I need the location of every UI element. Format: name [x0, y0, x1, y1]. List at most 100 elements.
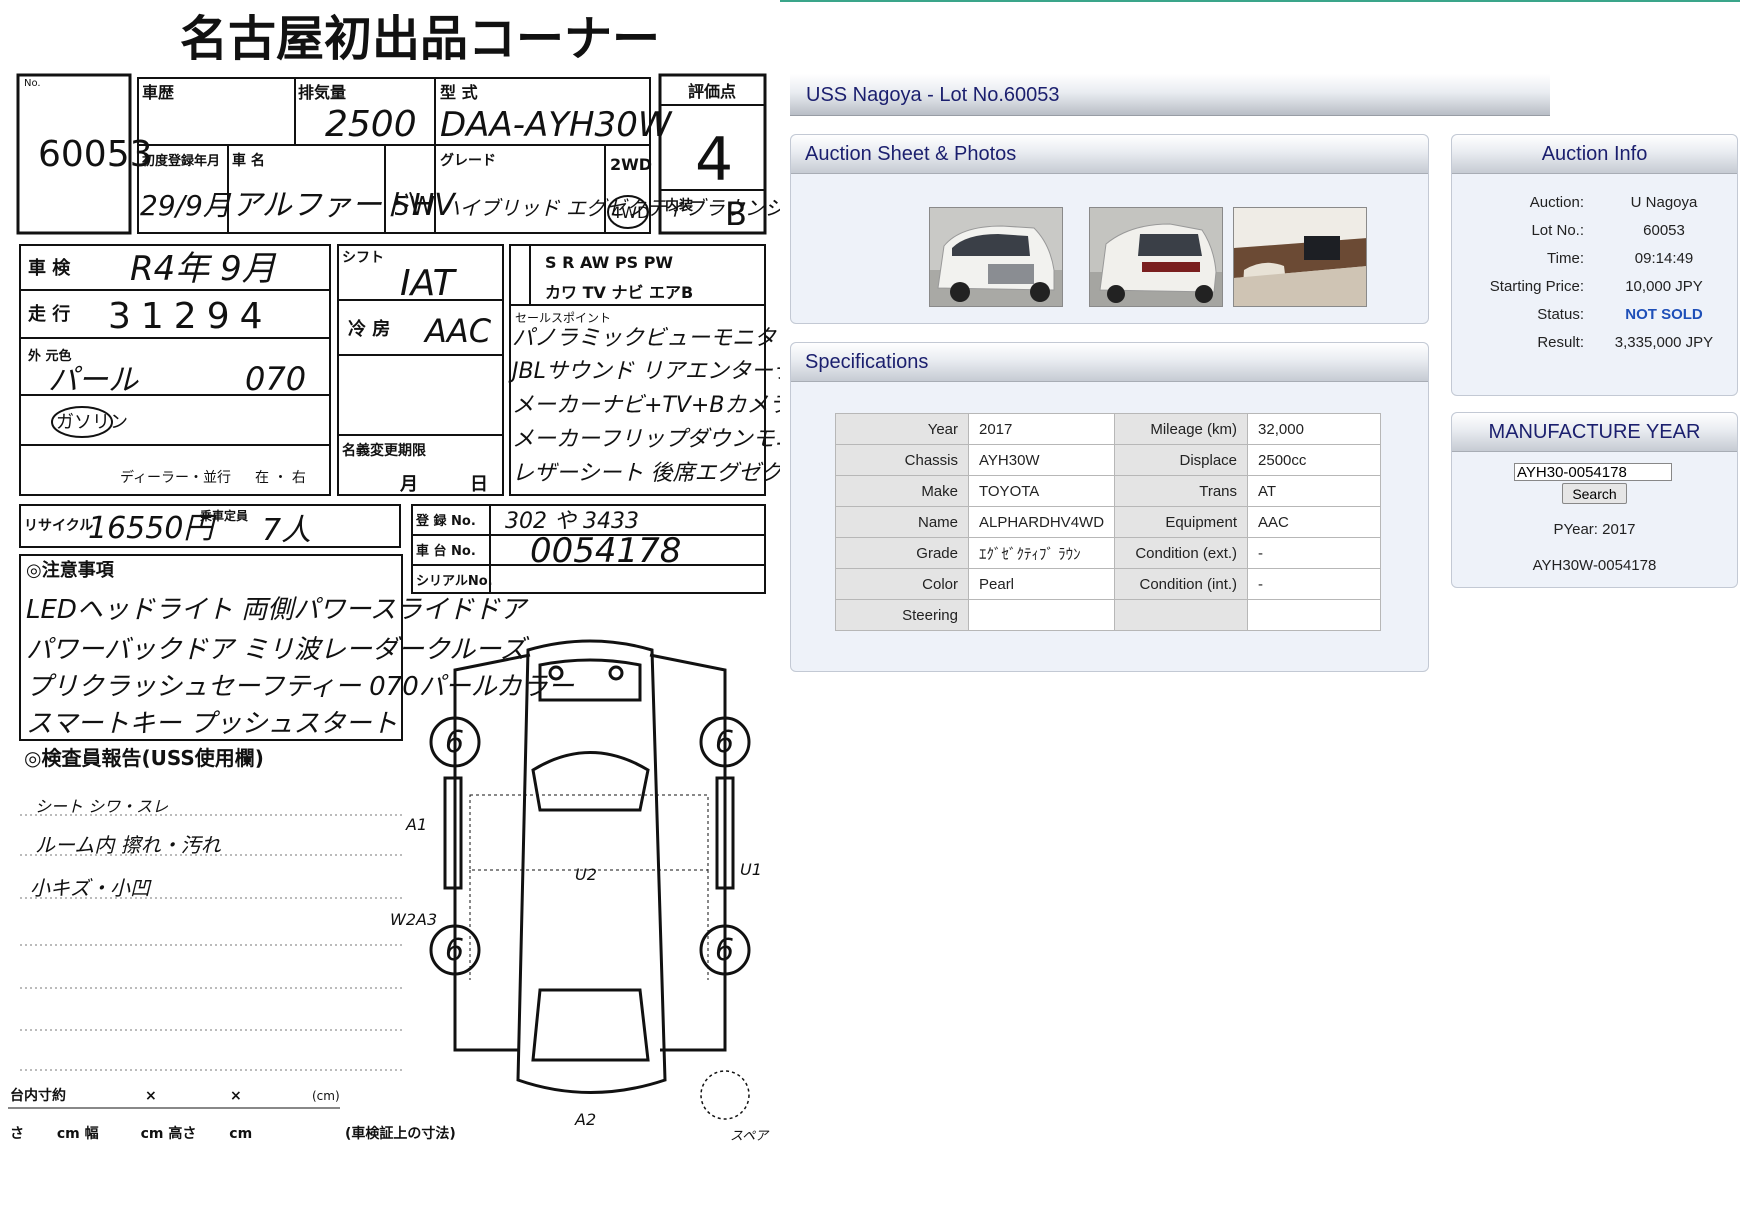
spec-label: Chassis [835, 444, 969, 476]
photos-panel-title: Auction Sheet & Photos [791, 135, 1428, 174]
spec-value: Pearl [967, 568, 1116, 600]
specs-row: Chassis AYH30W Displace 2500cc [835, 444, 1382, 476]
photos-panel: Auction Sheet & Photos [790, 134, 1429, 324]
spec-label [1114, 599, 1249, 631]
spec-value: ALPHARDHV4WD [967, 506, 1116, 538]
spec-label: Mileage (km) [1114, 413, 1249, 445]
svg-text:LEDヘッドライト 両側パワースライドドア: LEDヘッドライト 両側パワースライドドア [26, 595, 529, 625]
auction-info-row: Time: 09:14:49 [1452, 243, 1737, 274]
svg-text:A2: A2 [574, 1110, 596, 1129]
sheet-lot-no: 60053 [38, 134, 153, 175]
svg-text:評価点: 評価点 [688, 82, 736, 101]
vin-result: AYH30W-0054178 [1532, 557, 1657, 574]
spec-label: Condition (int.) [1114, 568, 1249, 600]
specs-row: Color Pearl Condition (int.) - [835, 568, 1382, 600]
svg-text:冷 房: 冷 房 [348, 318, 390, 340]
specs-row: Steering [835, 599, 1382, 631]
svg-text:×: × [145, 1088, 157, 1104]
specs-row: Year 2017 Mileage (km) 32,000 [835, 413, 1382, 445]
sheet-seats: 7人 [262, 513, 311, 548]
specifications-panel-title: Specifications [791, 343, 1428, 382]
sheet-bottom-left: 台内寸約 [10, 1087, 66, 1104]
spec-label: Year [835, 413, 969, 445]
svg-text:U1: U1 [740, 860, 762, 879]
auction-info-value: NOT SOLD [1625, 306, 1703, 323]
spec-label: Grade [835, 537, 969, 569]
auction-info-value: 10,000 JPY [1625, 278, 1703, 295]
sheet-model-code: DAA-AYH30W [440, 105, 673, 145]
svg-text:2WD: 2WD [610, 155, 652, 174]
svg-text:車歴: 車歴 [142, 83, 174, 102]
search-button[interactable]: Search [1562, 483, 1627, 504]
svg-text:月: 月 [399, 474, 418, 495]
sheet-ac: AAC [423, 312, 492, 350]
sheet-recycle: 16550円 [88, 511, 217, 546]
sheet-bottom-note: (車検証上の寸法) [345, 1125, 456, 1142]
auction-info-panel-title: Auction Info [1452, 135, 1737, 174]
photo-thumb-front[interactable] [929, 207, 1063, 307]
svg-text:スペア: スペア [730, 1129, 770, 1144]
spec-label: Steering [835, 599, 969, 631]
svg-text:U2: U2 [575, 865, 597, 884]
auction-info-label: Result: [1537, 334, 1584, 351]
svg-text:A1: A1 [405, 815, 427, 834]
svg-text:S R AW PS PW: S R AW PS PW [545, 253, 673, 272]
spec-value: - [1247, 537, 1382, 569]
production-year: PYear: 2017 [1553, 521, 1636, 538]
auction-info-row: Status: NOT SOLD [1452, 299, 1737, 330]
svg-text:初度登録年月: 初度登録年月 [142, 153, 220, 169]
svg-text:メーカーフリップダウンモニター: メーカーフリップダウンモニター [512, 427, 780, 452]
svg-text:車 台 No.: 車 台 No. [416, 543, 476, 559]
sheet-mileage: 31294 [108, 296, 273, 337]
sheet-chassis: 0054178 [530, 531, 681, 571]
auction-info-value: 60053 [1643, 222, 1685, 239]
sheet-displacement: 2500 [325, 104, 417, 145]
svg-text:×: × [230, 1088, 242, 1104]
manufacture-year-panel-title: MANUFACTURE YEAR [1452, 413, 1737, 452]
spec-value: 2500cc [1247, 444, 1382, 476]
svg-text:ルーム内 擦れ・汚れ: ルーム内 擦れ・汚れ [35, 833, 222, 857]
svg-text:型 式: 型 式 [440, 83, 478, 102]
svg-text:カワ TV ナビ エアB: カワ TV ナビ エアB [545, 283, 693, 302]
svg-text:No.: No. [24, 78, 41, 89]
sheet-first-reg: 29/9月 [140, 189, 232, 222]
sheet-color-code: 070 [245, 360, 306, 398]
svg-text:シフト: シフト [342, 250, 384, 266]
specs-row: Name ALPHARDHV4WD Equipment AAC [835, 506, 1382, 538]
auction-info-row: Auction: U Nagoya [1452, 187, 1737, 218]
spec-value: ｴｸﾞｾﾞｸﾃｨﾌﾞ ﾗｳﾝ [967, 537, 1116, 569]
svg-text:セールスポイント: セールスポイント [515, 311, 611, 325]
sheet-inspector-notes: シート シワ・スレ ルーム内 擦れ・汚れ 小キズ・小凹 [30, 797, 222, 900]
auction-info-label: Starting Price: [1489, 278, 1584, 295]
spec-value [1247, 599, 1382, 631]
auction-info-row: Starting Price: 10,000 JPY [1452, 271, 1737, 302]
sheet-fuel: ガソリン [56, 412, 128, 433]
svg-text:シリアルNo.: シリアルNo. [416, 574, 493, 589]
svg-text:リサイクル: リサイクル [24, 518, 93, 534]
auction-info-panel: Auction Info Auction: U Nagoya Lot No.: 600… [1451, 134, 1738, 396]
svg-text:ディーラー・並行: ディーラー・並行 [120, 469, 231, 486]
svg-text:6: 6 [445, 933, 464, 968]
svg-text:プリクラッシュセーフティー 070パールカラー: プリクラッシュセーフティー 070パールカラー [26, 672, 575, 702]
spec-label: Make [835, 475, 969, 507]
svg-text:日: 日 [470, 474, 488, 495]
auction-info-label: Auction: [1529, 194, 1584, 211]
top-accent-line [780, 0, 1740, 2]
spec-value: - [1247, 568, 1382, 600]
spec-label: Displace [1114, 444, 1249, 476]
specs-row: Make TOYOTA Trans AT [835, 475, 1382, 507]
sheet-inspector-title: ◎検査員報告(USS使用欄) [24, 746, 264, 770]
svg-text:JBLサウンド リアエンターテイメント: JBLサウンド リアエンターテイメント [508, 359, 780, 384]
chassis-search-input[interactable] [1514, 463, 1672, 481]
svg-text:内装: 内装 [665, 197, 694, 214]
svg-text:グレード: グレード [440, 152, 496, 169]
svg-text:排気量: 排気量 [298, 83, 346, 102]
photo-thumb-interior[interactable] [1233, 207, 1367, 307]
specifications-panel: Specifications Year 2017 Mileage (km) 32,00… [790, 342, 1429, 672]
spec-value: AT [1247, 475, 1382, 507]
spec-label: Trans [1114, 475, 1249, 507]
svg-text:外 元色: 外 元色 [27, 348, 72, 364]
photo-thumb-rear[interactable] [1089, 207, 1223, 307]
spec-label: Name [835, 506, 969, 538]
page-title: USS Nagoya - Lot No.60053 [790, 74, 1550, 116]
